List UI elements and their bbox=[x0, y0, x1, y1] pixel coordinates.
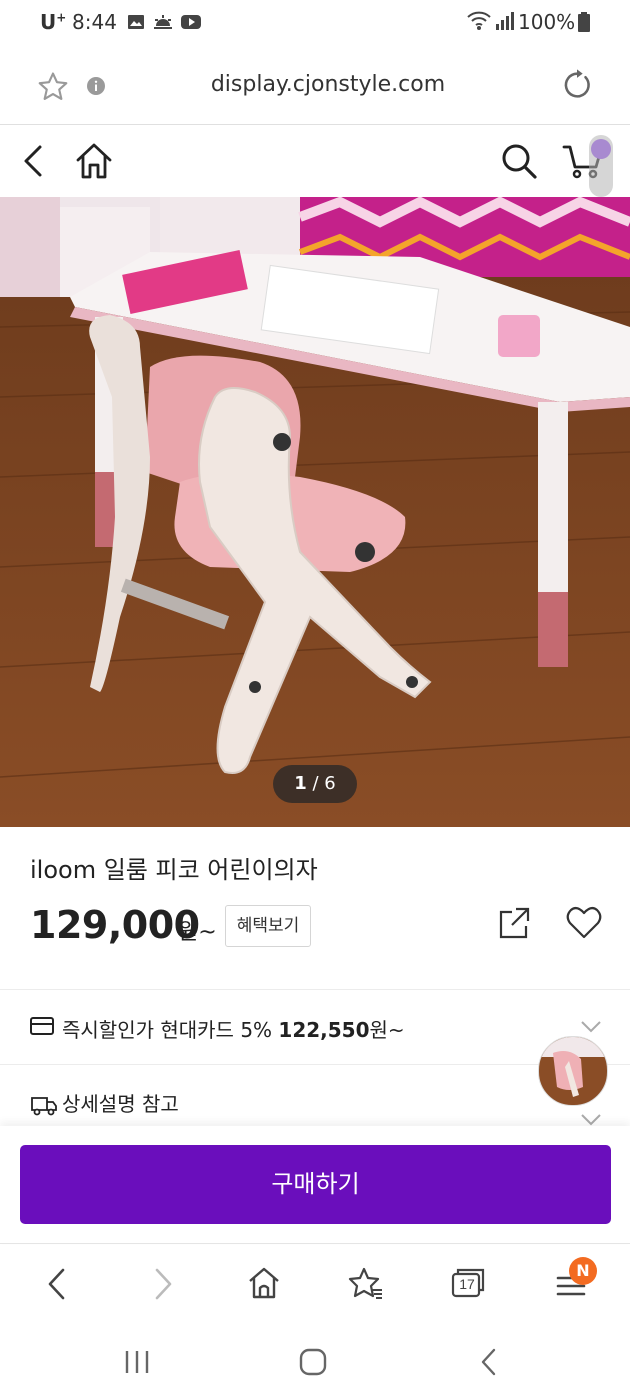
star-icon[interactable] bbox=[36, 70, 70, 104]
share-icon[interactable] bbox=[498, 906, 530, 940]
product-image bbox=[0, 197, 630, 827]
divider bbox=[0, 1064, 630, 1065]
price-unit: 원~ bbox=[178, 920, 217, 945]
wifi-icon bbox=[467, 11, 491, 30]
battery-percent: 100% bbox=[518, 10, 576, 34]
reload-icon[interactable] bbox=[560, 68, 594, 102]
scroll-handle[interactable] bbox=[589, 135, 613, 197]
card-icon bbox=[30, 1017, 54, 1035]
bookmarks-icon[interactable] bbox=[348, 1266, 384, 1300]
view-benefits-button[interactable]: 혜택보기 bbox=[225, 905, 311, 947]
discount-text: 즉시할인가 현대카드 5% 122,550원~ bbox=[62, 1018, 405, 1042]
weather-icon bbox=[154, 15, 172, 29]
chevron-down-icon[interactable] bbox=[580, 1020, 602, 1034]
clock: 8:44 bbox=[72, 10, 117, 34]
product-price: 129,000 bbox=[30, 903, 200, 947]
carrier-label: U+ bbox=[40, 10, 67, 34]
back-icon[interactable] bbox=[18, 141, 50, 181]
system-home-icon[interactable] bbox=[298, 1347, 328, 1377]
discount-price: 122,550 bbox=[278, 1018, 370, 1042]
product-image-carousel[interactable]: 1 / 6 bbox=[0, 197, 630, 827]
tabs-count: 17 bbox=[459, 1276, 475, 1292]
browser-home-icon[interactable] bbox=[247, 1266, 281, 1300]
status-bar: U+ 8:44 100% bbox=[0, 0, 630, 46]
gallery-icon bbox=[128, 15, 144, 29]
system-back-icon[interactable] bbox=[478, 1347, 500, 1377]
home-icon[interactable] bbox=[74, 141, 114, 181]
chevron-down-icon[interactable] bbox=[580, 1113, 602, 1127]
buy-button[interactable]: 구매하기 bbox=[20, 1145, 611, 1224]
url-field[interactable]: display.cjonstyle.com bbox=[170, 72, 486, 97]
carousel-pager: 1 / 6 bbox=[273, 765, 357, 803]
browser-address-bar: display.cjonstyle.com bbox=[0, 46, 630, 125]
battery-icon bbox=[578, 12, 590, 32]
recent-apps-icon[interactable] bbox=[122, 1349, 152, 1375]
youtube-icon bbox=[181, 15, 201, 29]
recent-item-thumbnail[interactable] bbox=[538, 1036, 608, 1106]
search-icon[interactable] bbox=[499, 141, 539, 181]
browser-bottom-nav: 17 N bbox=[0, 1243, 630, 1324]
truck-icon bbox=[31, 1097, 57, 1116]
site-header bbox=[0, 125, 630, 197]
tabs-button[interactable]: 17 bbox=[450, 1268, 485, 1298]
shipping-info: 상세설명 참고 bbox=[62, 1092, 179, 1116]
product-title: iloom 일룸 피코 어린이의자 bbox=[30, 856, 318, 884]
info-icon[interactable] bbox=[86, 76, 106, 96]
browser-forward-icon[interactable] bbox=[150, 1266, 176, 1302]
notification-badge: N bbox=[569, 1257, 597, 1285]
heart-icon[interactable] bbox=[566, 906, 602, 940]
signal-icon bbox=[496, 12, 514, 30]
browser-back-icon[interactable] bbox=[44, 1266, 70, 1302]
system-navigation-bar bbox=[0, 1323, 630, 1400]
